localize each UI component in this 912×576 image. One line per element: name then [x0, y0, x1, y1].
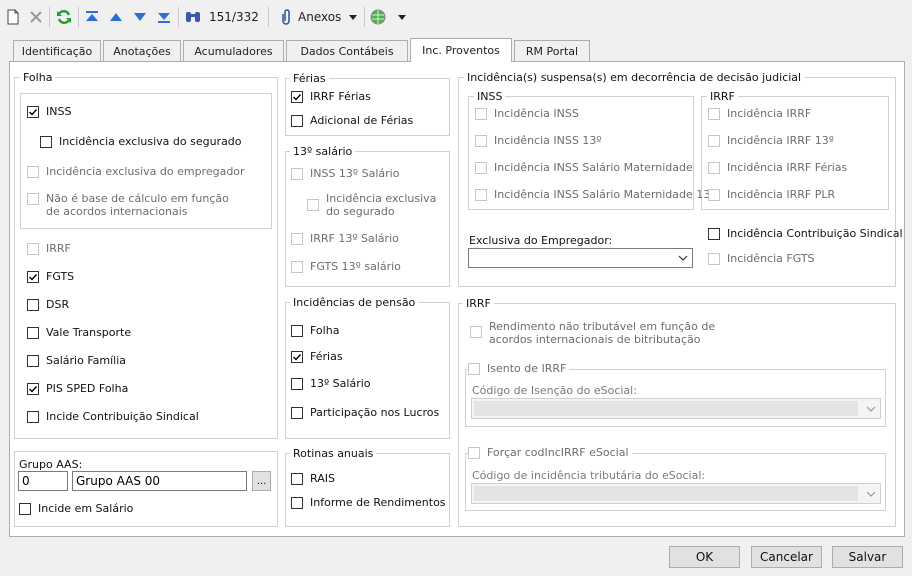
globe-icon[interactable]: [368, 6, 388, 28]
globe-dropdown-icon[interactable]: [396, 6, 408, 28]
codigo-incidencia-label: Código de incidência tributária do eSoci…: [472, 469, 706, 482]
suspensas-inss-title: INSS: [474, 90, 506, 103]
ok-button[interactable]: OK: [669, 546, 740, 568]
susp-inss-maternidade-checkbox[interactable]: Incidência INSS Salário Maternidade: [475, 161, 693, 174]
informe-rendimentos-checkbox[interactable]: Informe de Rendimentos: [291, 496, 446, 509]
pensao-13-checkbox[interactable]: 13º Salário: [291, 377, 371, 390]
vale-transporte-checkbox[interactable]: Vale Transporte: [27, 326, 131, 339]
attachment-icon[interactable]: [276, 6, 296, 28]
anexos-button[interactable]: Anexos: [298, 10, 341, 24]
search-binoculars-icon[interactable]: [183, 6, 203, 28]
rotinas-group: [285, 453, 450, 527]
grupo-aas-name-input[interactable]: Grupo AAS 00: [72, 471, 247, 491]
susp-contrib-sindical-checkbox[interactable]: Incidência Contribuição Sindical: [708, 227, 903, 240]
check-icon: [27, 270, 39, 283]
susp-irrf-checkbox[interactable]: Incidência IRRF: [708, 107, 811, 120]
exclusiva-empregador-select[interactable]: [468, 248, 693, 268]
salario13-title: 13º salário: [290, 145, 356, 158]
ferias-title: Férias: [290, 72, 329, 85]
dsr-checkbox[interactable]: DSR: [27, 298, 69, 311]
pensao-folha-checkbox[interactable]: Folha: [291, 324, 339, 337]
save-button[interactable]: Salvar: [832, 546, 903, 568]
chevron-down-icon: [678, 255, 688, 261]
rotinas-title: Rotinas anuais: [290, 447, 377, 460]
inc-exclusiva-empregador-checkbox[interactable]: Incidência exclusiva do empregador: [27, 165, 245, 178]
inss-checkbox[interactable]: INSS: [27, 105, 71, 118]
check-icon: [27, 382, 39, 395]
first-record-icon[interactable]: [83, 6, 101, 28]
previous-record-icon[interactable]: [107, 6, 125, 28]
rais-checkbox[interactable]: RAIS: [291, 472, 335, 485]
susp-inss-13-checkbox[interactable]: Incidência INSS 13º: [475, 134, 602, 147]
tab-anotacoes[interactable]: Anotações: [103, 40, 181, 61]
pis-sped-checkbox[interactable]: PIS SPED Folha: [27, 382, 128, 395]
tab-identificacao[interactable]: Identificação: [13, 40, 101, 61]
ferias-group: [285, 78, 450, 136]
check-icon: [291, 350, 303, 363]
tab-acumuladores[interactable]: Acumuladores: [183, 40, 284, 61]
toolbar: 151/332 Anexos: [0, 0, 912, 34]
anexos-dropdown-icon[interactable]: [347, 6, 359, 28]
new-document-icon[interactable]: [4, 6, 22, 28]
last-record-icon[interactable]: [155, 6, 173, 28]
susp-irrf-ferias-checkbox[interactable]: Incidência IRRF Férias: [708, 161, 847, 174]
inss-13-checkbox[interactable]: INSS 13º Salário: [291, 167, 399, 180]
tab-inc-proventos[interactable]: Inc. Proventos: [410, 38, 512, 62]
rendimento-nao-tributavel-checkbox[interactable]: Rendimento não tributável em função de a…: [470, 320, 760, 346]
susp-irrf-13-checkbox[interactable]: Incidência IRRF 13º: [708, 134, 834, 147]
adicional-ferias-checkbox[interactable]: Adicional de Férias: [291, 114, 413, 127]
irrf-13-checkbox[interactable]: IRRF 13º Salário: [291, 232, 399, 245]
irrf-group-title: IRRF: [463, 297, 494, 310]
pensao-participacao-checkbox[interactable]: Participação nos Lucros: [291, 406, 439, 419]
salario-familia-checkbox[interactable]: Salário Família: [27, 354, 126, 367]
fgts-checkbox[interactable]: FGTS: [27, 270, 74, 283]
nao-base-checkbox[interactable]: Não é base de cálculo em função de acord…: [27, 192, 237, 218]
grupo-aas-code-input[interactable]: 0: [18, 471, 68, 491]
refresh-icon[interactable]: [54, 6, 74, 28]
fgts-13-checkbox[interactable]: FGTS 13º salário: [291, 260, 401, 273]
irrf-checkbox[interactable]: IRRF: [27, 242, 71, 255]
codigo-isencao-label: Código de Isenção do eSocial:: [472, 384, 637, 397]
susp-fgts-checkbox[interactable]: Incidência FGTS: [708, 252, 815, 265]
next-record-icon[interactable]: [131, 6, 149, 28]
inc-exclusiva-13-checkbox[interactable]: Incidência exclusiva do segurado: [307, 192, 439, 218]
tab-dados-contabeis[interactable]: Dados Contábeis: [286, 40, 408, 61]
grupo-aas-label: Grupo AAS:: [19, 458, 83, 471]
susp-inss-maternidade-13-checkbox[interactable]: Incidência INSS Salário Maternidade 13º: [475, 188, 715, 201]
codigo-isencao-select[interactable]: [471, 398, 881, 419]
chevron-down-icon: [866, 491, 876, 497]
suspensas-irrf-title: IRRF: [707, 90, 738, 103]
folha-title: Folha: [20, 71, 56, 84]
chevron-down-icon: [866, 406, 876, 412]
check-icon: [27, 105, 39, 118]
tab-rm-portal[interactable]: RM Portal: [514, 40, 590, 61]
suspensas-title: Incidência(s) suspensa(s) em decorrência…: [464, 71, 805, 84]
irrf-ferias-checkbox[interactable]: IRRF Férias: [291, 90, 371, 103]
grupo-aas-lookup-button[interactable]: ...: [252, 471, 271, 491]
isento-irrf-checkbox[interactable]: Isento de IRRF: [468, 362, 570, 375]
cancel-button[interactable]: Cancelar: [751, 546, 822, 568]
susp-inss-checkbox[interactable]: Incidência INSS: [475, 107, 579, 120]
codigo-incidencia-select[interactable]: [471, 483, 881, 504]
pensao-title: Incidências de pensão: [290, 296, 419, 309]
forcar-codinc-checkbox[interactable]: Forçar codIncIRRF eSocial: [468, 446, 632, 459]
contrib-sindical-checkbox[interactable]: Incide Contribuição Sindical: [27, 410, 199, 423]
incide-salario-checkbox[interactable]: Incide em Salário: [19, 502, 133, 515]
delete-icon[interactable]: [27, 6, 45, 28]
inc-exclusiva-segurado-checkbox[interactable]: Incidência exclusiva do segurado: [40, 135, 242, 148]
check-icon: [291, 90, 303, 103]
record-position: 151/332: [209, 10, 259, 24]
susp-irrf-plr-checkbox[interactable]: Incidência IRRF PLR: [708, 188, 835, 201]
pensao-ferias-checkbox[interactable]: Férias: [291, 350, 343, 363]
exclusiva-empregador-label: Exclusiva do Empregador:: [469, 234, 613, 247]
